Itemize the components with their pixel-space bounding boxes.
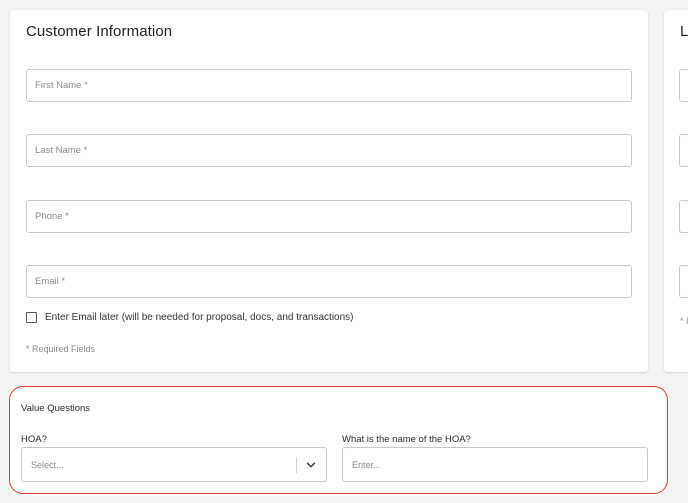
email-input[interactable] (27, 266, 631, 297)
email-later-checkbox[interactable] (26, 312, 37, 323)
email-later-option[interactable]: Enter Email later (will be needed for pr… (26, 312, 354, 323)
customer-information-card: Customer Information Enter Email later (… (10, 10, 648, 372)
hoa-name-input[interactable] (343, 448, 647, 481)
value-questions-card: Value Questions HOA? Select... What is t… (10, 386, 665, 496)
hoa-select[interactable]: Select... (21, 447, 327, 482)
first-name-input[interactable] (27, 70, 631, 101)
first-name-field[interactable] (26, 69, 632, 102)
email-later-label: Enter Email later (will be needed for pr… (45, 312, 354, 323)
phone-field[interactable] (26, 200, 632, 233)
hoa-name-label: What is the name of the HOA? (342, 434, 471, 445)
hoa-label: HOA? (21, 434, 47, 445)
required-fields-note: * Required Fields (26, 344, 96, 354)
phone-input[interactable] (27, 201, 631, 232)
adjacent-field-1[interactable] (679, 69, 688, 102)
customer-information-title: Customer Information (26, 23, 173, 40)
last-name-field[interactable] (26, 134, 632, 167)
hoa-select-value: Select... (31, 460, 64, 470)
adjacent-field-4[interactable] (679, 265, 688, 298)
adjacent-card-title: L (680, 23, 688, 40)
chevron-down-icon[interactable] (305, 459, 317, 471)
value-questions-title: Value Questions (21, 403, 91, 414)
adjacent-field-3[interactable] (679, 200, 688, 233)
email-field[interactable] (26, 265, 632, 298)
last-name-input[interactable] (27, 135, 631, 166)
hoa-name-field[interactable] (342, 447, 648, 482)
select-divider (296, 457, 297, 473)
adjacent-card-note: * I (680, 316, 688, 326)
adjacent-card: L * I (664, 10, 688, 372)
adjacent-field-2[interactable] (679, 134, 688, 167)
